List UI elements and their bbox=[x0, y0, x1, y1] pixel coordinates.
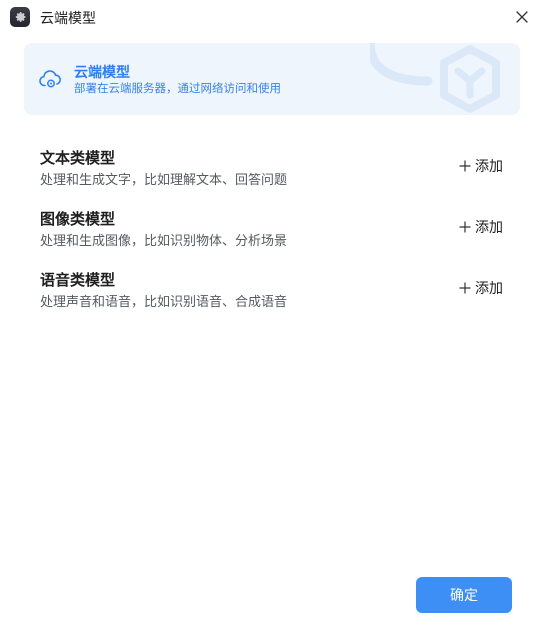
model-row-speech: 语音类模型 处理声音和语音，比如识别语音、合成语音 添加 bbox=[40, 269, 510, 313]
gear-icon bbox=[10, 7, 30, 27]
plus-icon bbox=[459, 221, 471, 233]
title-bar: 云端模型 bbox=[0, 0, 541, 34]
cloud-model-dialog: 云端模型 云端模型 部署在云端服务器，通过网络访问和使用 文本类模型 处理和生成… bbox=[0, 0, 541, 634]
decorative-logo-icon bbox=[370, 43, 500, 113]
model-description: 处理和生成文字，比如理解文本、回答问题 bbox=[40, 173, 288, 188]
add-label: 添加 bbox=[475, 220, 503, 236]
close-button[interactable] bbox=[511, 6, 533, 28]
add-label: 添加 bbox=[475, 159, 503, 175]
model-title: 图像类模型 bbox=[40, 210, 116, 228]
model-title: 文本类模型 bbox=[40, 149, 116, 167]
model-row-image: 图像类模型 处理和生成图像，比如识别物体、分析场景 添加 bbox=[40, 208, 510, 252]
add-label: 添加 bbox=[475, 281, 503, 297]
banner-title: 云端模型 bbox=[74, 65, 130, 81]
add-image-model-button[interactable]: 添加 bbox=[459, 216, 503, 238]
plus-icon bbox=[459, 282, 471, 294]
banner-subtitle: 部署在云端服务器，通过网络访问和使用 bbox=[74, 81, 281, 95]
confirm-button[interactable]: 确定 bbox=[416, 577, 512, 613]
window-title: 云端模型 bbox=[40, 11, 96, 27]
add-text-model-button[interactable]: 添加 bbox=[459, 155, 503, 177]
model-description: 处理声音和语音，比如识别语音、合成语音 bbox=[40, 295, 288, 310]
model-row-text: 文本类模型 处理和生成文字，比如理解文本、回答问题 添加 bbox=[40, 147, 510, 191]
cloud-model-banner: 云端模型 部署在云端服务器，通过网络访问和使用 bbox=[24, 43, 520, 115]
model-title: 语音类模型 bbox=[40, 271, 116, 289]
cloud-gear-icon bbox=[39, 70, 61, 88]
plus-icon bbox=[459, 160, 471, 172]
model-description: 处理和生成图像，比如识别物体、分析场景 bbox=[40, 234, 288, 249]
close-icon bbox=[516, 11, 528, 23]
add-speech-model-button[interactable]: 添加 bbox=[459, 277, 503, 299]
